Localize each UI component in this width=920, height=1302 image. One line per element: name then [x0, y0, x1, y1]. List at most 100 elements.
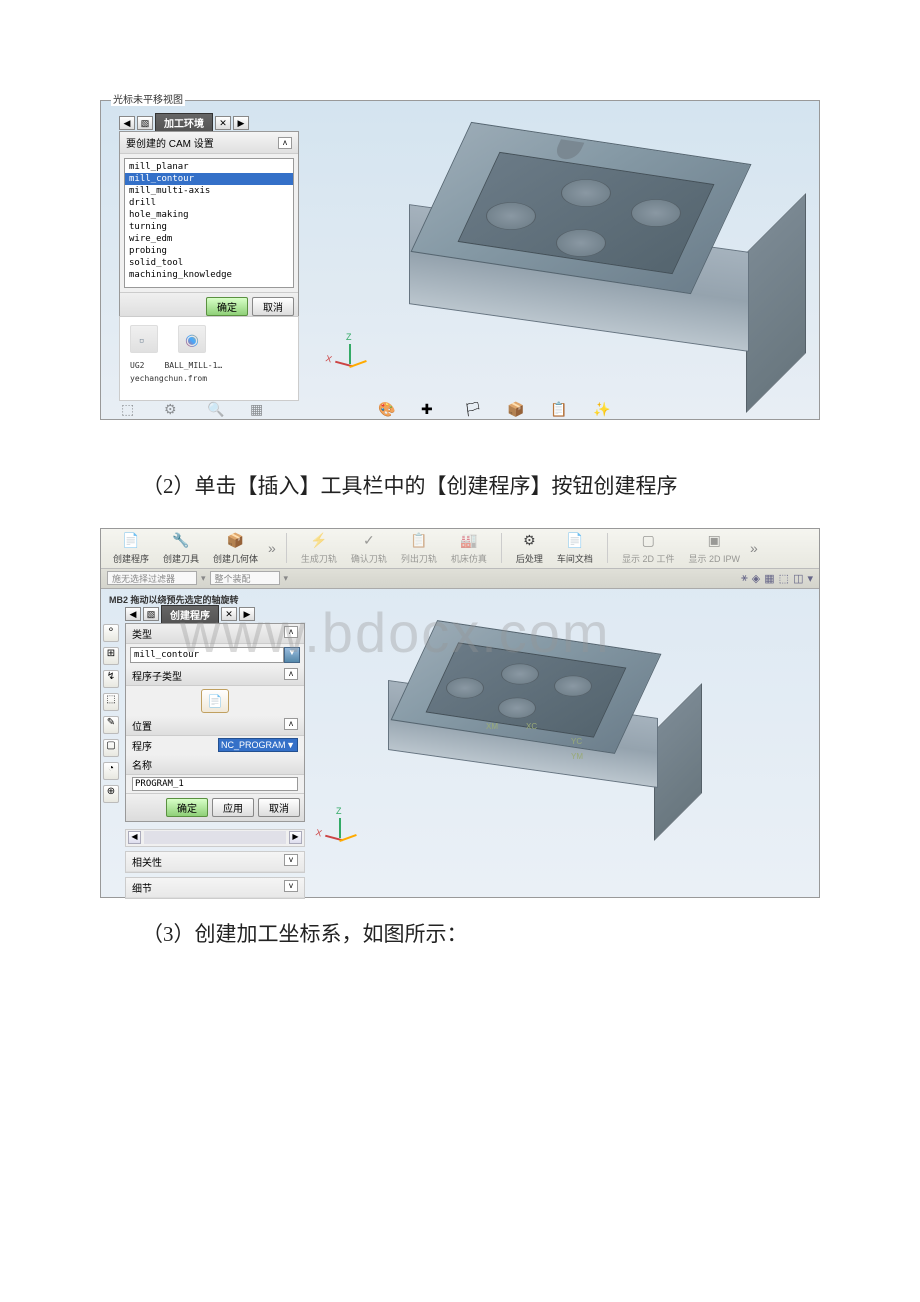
tab-prev-icon[interactable]: ◀ — [125, 607, 141, 621]
list-item[interactable]: drill — [125, 197, 293, 209]
filter-icon[interactable]: ◫ — [793, 572, 803, 585]
list-item[interactable]: probing — [125, 245, 293, 257]
panel-header[interactable]: 细节 v — [126, 878, 304, 898]
tool-icon[interactable]: 🔍 — [207, 401, 225, 417]
list-item[interactable]: mill_multi-axis — [125, 185, 293, 197]
create-tool-button[interactable]: 🔧创建刀具 — [159, 530, 203, 567]
tool-icon[interactable]: 🎨 — [378, 401, 396, 417]
thumb-label: UG2 — [130, 361, 144, 370]
dialog-tabs: ◀ ▧ 加工环境 ✕ ▶ — [119, 113, 249, 132]
tab-split-icon[interactable]: ▧ — [137, 116, 153, 130]
tool-icon[interactable]: ▦ — [250, 401, 268, 417]
tool-icon[interactable]: ⚙ — [164, 401, 182, 417]
section-header[interactable]: 名称 — [126, 755, 304, 775]
shopfloor-doc-button[interactable]: 📄车间文档 — [553, 530, 597, 567]
show-2d-work-button[interactable]: ▢显示 2D 工件 — [618, 530, 679, 567]
vtab-item[interactable]: ⊞ — [103, 647, 119, 665]
vtab-item[interactable]: ✎ — [103, 716, 119, 734]
thumb-icon[interactable] — [178, 325, 206, 353]
thumb-icon[interactable] — [130, 325, 158, 353]
vtab-item[interactable]: ⬚ — [103, 693, 119, 711]
ok-button[interactable]: 确定 — [206, 297, 248, 316]
list-item[interactable]: mill_planar — [125, 161, 293, 173]
section-header[interactable]: 位置 ʌ — [126, 716, 304, 736]
show-2d-ipw-button[interactable]: ▣显示 2D IPW — [684, 530, 744, 567]
collapse-icon[interactable]: ʌ — [278, 137, 292, 149]
axis-triad-icon — [321, 813, 361, 853]
tool-icon[interactable]: ✨ — [593, 401, 611, 417]
cam-setup-list[interactable]: mill_planar mill_contour mill_multi-axis… — [124, 158, 294, 288]
list-item[interactable]: solid_tool — [125, 257, 293, 269]
horizontal-scrollbar[interactable]: ◀ ▶ — [125, 829, 305, 847]
active-tab[interactable]: 加工环境 — [155, 113, 213, 132]
3d-viewport[interactable]: XM XC YC YM — [316, 607, 815, 893]
tab-split-icon[interactable]: ▧ — [143, 607, 159, 621]
screenshot-create-program: 📄创建程序 🔧创建刀具 📦创建几何体 » ⚡生成刀轨 ✓确认刀轨 📋列出刀轨 🏭… — [100, 528, 820, 898]
list-item[interactable]: hole_making — [125, 209, 293, 221]
section-header[interactable]: 类型 ʌ — [126, 624, 304, 644]
3d-viewport[interactable] — [311, 113, 815, 399]
collapse-icon[interactable]: ʌ — [284, 718, 298, 730]
collapse-icon[interactable]: ʌ — [284, 668, 298, 680]
dialog-button-row: 确定 应用 取消 — [126, 793, 304, 821]
tool-icon[interactable]: 📋 — [550, 401, 568, 417]
simulate-button[interactable]: 🏭机床仿真 — [447, 530, 491, 567]
scope-field[interactable]: 整个装配 — [210, 571, 280, 585]
filter-icon[interactable]: ◈ — [752, 572, 760, 585]
subtype-icon[interactable]: 📄 — [201, 689, 229, 713]
filter-icon[interactable]: ▦ — [764, 572, 774, 585]
tool-icon[interactable]: 📦 — [507, 401, 525, 417]
type-combo[interactable]: ▼ — [130, 647, 300, 663]
filter-icon[interactable]: ▾ — [807, 572, 813, 585]
cancel-button[interactable]: 取消 — [252, 297, 294, 316]
filter-icon[interactable]: ⬚ — [779, 572, 789, 585]
dialog-title: 要创建的 CAM 设置 — [126, 135, 214, 150]
tab-close-icon[interactable]: ✕ — [221, 607, 237, 621]
postprocess-button[interactable]: ⚙后处理 — [512, 530, 547, 567]
vtab-item[interactable]: ↯ — [103, 670, 119, 688]
name-input[interactable] — [132, 777, 298, 791]
collapse-icon[interactable]: ʌ — [284, 626, 298, 638]
vertical-tabs: ⚬ ⊞ ↯ ⬚ ✎ ▢ ◔ ⊕ — [103, 624, 121, 803]
program-select[interactable]: NC_PROGRAM▼ — [218, 738, 298, 752]
tool-icon[interactable]: 🏳 — [464, 401, 482, 417]
tab-next-icon[interactable]: ▶ — [239, 607, 255, 621]
filter-field[interactable]: 施无选择过滤器 — [107, 571, 197, 585]
tab-next-icon[interactable]: ▶ — [233, 116, 249, 130]
list-item[interactable]: wire_edm — [125, 233, 293, 245]
generate-path-button[interactable]: ⚡生成刀轨 — [297, 530, 341, 567]
thumb-label: BALL_MILL-1… — [164, 361, 222, 370]
list-item[interactable]: machining_knowledge — [125, 269, 293, 281]
cancel-button[interactable]: 取消 — [258, 798, 300, 817]
tab-prev-icon[interactable]: ◀ — [119, 116, 135, 130]
vtab-item[interactable]: ◔ — [103, 762, 119, 780]
apply-button[interactable]: 应用 — [212, 798, 254, 817]
vtab-item[interactable]: ▢ — [103, 739, 119, 757]
vtab-item[interactable]: ⊕ — [103, 785, 119, 803]
ok-button[interactable]: 确定 — [166, 798, 208, 817]
type-input[interactable] — [130, 647, 284, 663]
list-item[interactable]: mill_contour — [125, 173, 293, 185]
dropdown-icon[interactable]: ▼ — [284, 647, 300, 663]
expand-icon[interactable]: v — [284, 880, 298, 892]
create-geometry-button[interactable]: 📦创建几何体 — [209, 530, 262, 567]
section-header[interactable]: 程序子类型 ʌ — [126, 666, 304, 686]
verify-path-button[interactable]: ✓确认刀轨 — [347, 530, 391, 567]
more-icon[interactable]: » — [268, 540, 276, 556]
list-item[interactable]: turning — [125, 221, 293, 233]
active-tab[interactable]: 创建程序 — [161, 605, 219, 624]
axis-triad-icon — [331, 339, 371, 379]
tab-close-icon[interactable]: ✕ — [215, 116, 231, 130]
list-path-button[interactable]: 📋列出刀轨 — [397, 530, 441, 567]
tool-icon[interactable]: ✚ — [421, 401, 439, 417]
scroll-left-icon[interactable]: ◀ — [128, 831, 141, 844]
expand-icon[interactable]: v — [284, 854, 298, 866]
create-program-button[interactable]: 📄创建程序 — [109, 530, 153, 567]
vtab-item[interactable]: ⚬ — [103, 624, 119, 642]
scroll-right-icon[interactable]: ▶ — [289, 831, 302, 844]
name-row — [126, 775, 304, 793]
panel-header[interactable]: 相关性 v — [126, 852, 304, 872]
tool-icon[interactable]: ⬚ — [121, 401, 139, 417]
filter-icon[interactable]: ⚹ — [741, 572, 748, 585]
more-icon[interactable]: » — [750, 540, 758, 556]
